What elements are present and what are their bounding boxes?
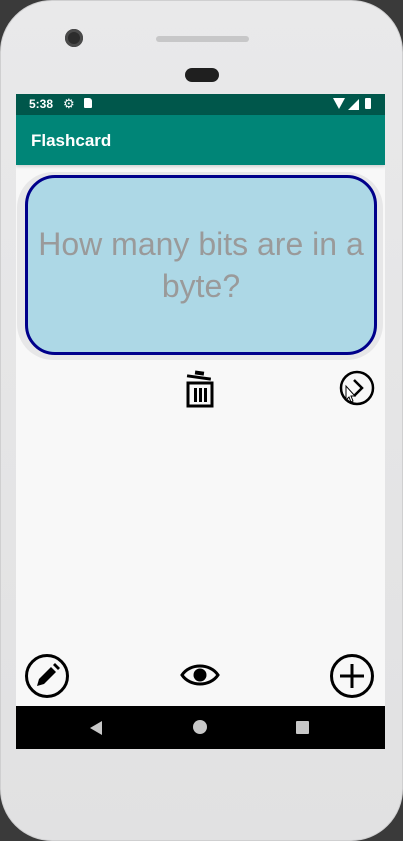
front-camera xyxy=(65,29,83,47)
battery-icon xyxy=(365,98,371,109)
device-screen: 5:38 ⚙ Flashcard How many bits are in a … xyxy=(16,94,385,749)
phone-frame: 5:38 ⚙ Flashcard How many bits are in a … xyxy=(0,0,403,841)
pencil-circle-icon xyxy=(25,654,69,698)
flashcard-question-text: How many bits are in a byte? xyxy=(38,226,364,304)
sd-card-icon xyxy=(84,98,92,108)
recents-square-icon[interactable] xyxy=(296,721,309,734)
edit-card-button[interactable] xyxy=(24,653,70,699)
app-title: Flashcard xyxy=(31,131,112,150)
earpiece-speaker xyxy=(156,36,249,42)
gear-icon: ⚙ xyxy=(63,96,75,111)
trash-icon xyxy=(186,370,214,408)
delete-card-button[interactable] xyxy=(184,370,216,408)
chevron-right-circle-icon xyxy=(339,370,375,406)
eye-icon xyxy=(180,664,220,686)
status-time: 5:38 xyxy=(29,97,54,111)
back-triangle-icon[interactable] xyxy=(90,721,102,735)
app-bar: Flashcard xyxy=(16,115,385,165)
signal-icon xyxy=(348,99,359,110)
plus-circle-icon xyxy=(330,654,374,698)
proximity-sensor xyxy=(185,68,219,82)
status-bar: 5:38 ⚙ xyxy=(16,94,385,115)
toggle-answer-button[interactable] xyxy=(180,661,220,689)
home-circle-icon[interactable] xyxy=(193,720,207,734)
status-icons xyxy=(333,98,375,111)
add-card-button[interactable] xyxy=(329,653,375,699)
flashcard-question-card[interactable]: How many bits are in a byte? xyxy=(25,175,377,355)
system-nav-bar xyxy=(16,706,385,749)
next-card-button[interactable] xyxy=(339,370,375,406)
wifi-icon xyxy=(333,98,345,109)
